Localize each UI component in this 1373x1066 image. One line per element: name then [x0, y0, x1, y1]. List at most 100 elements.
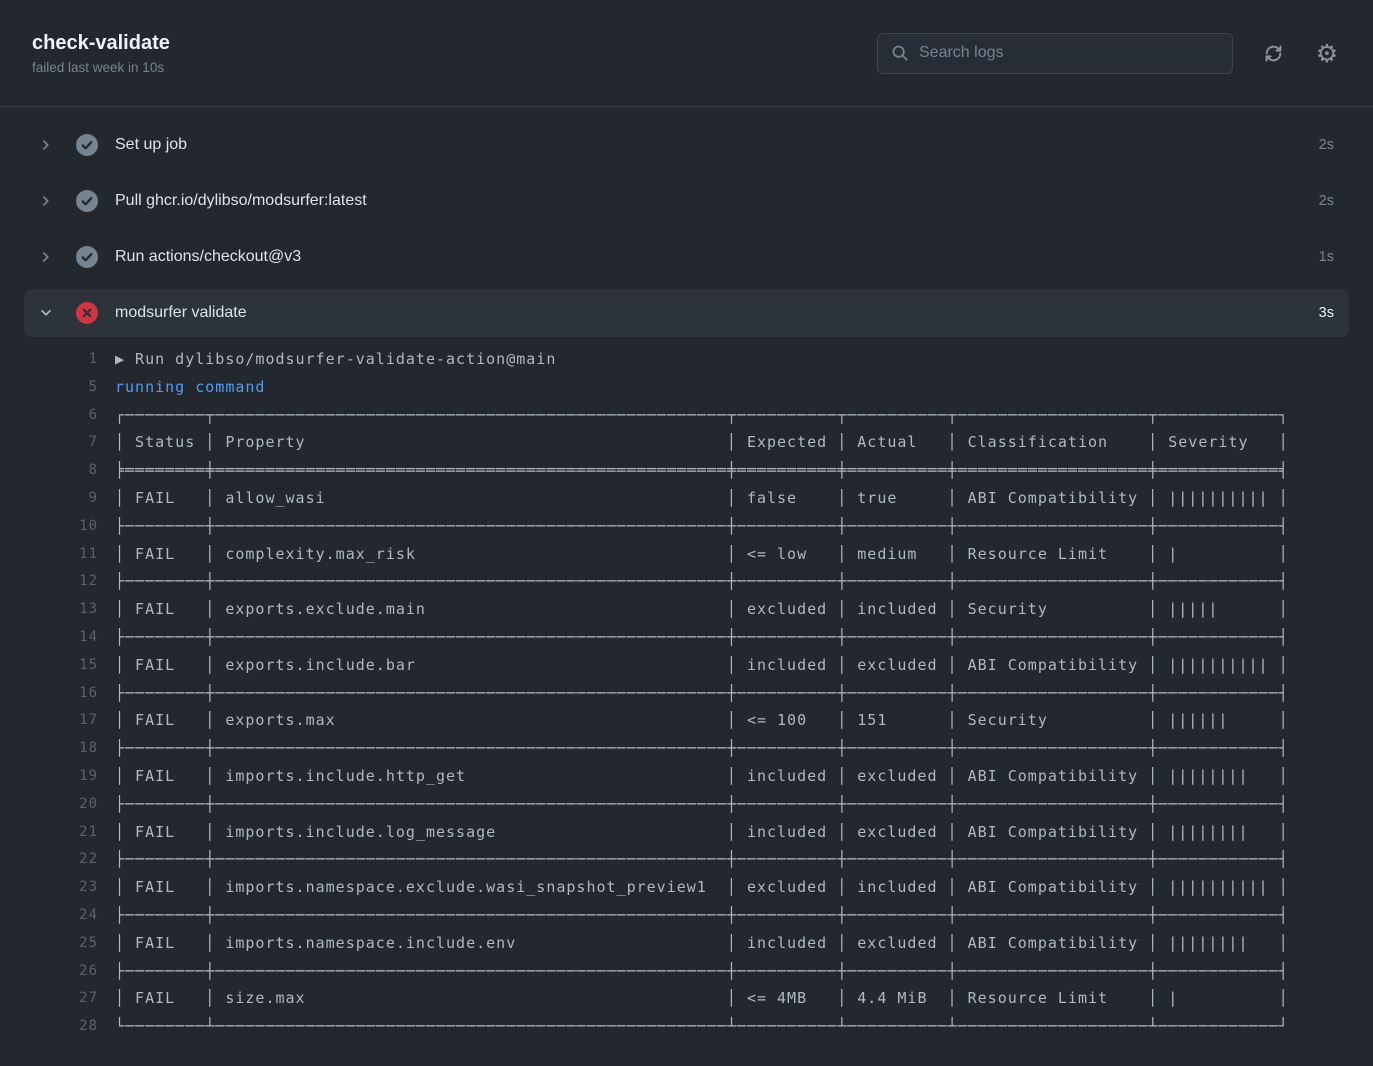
step-list: Set up job2sPull ghcr.io/dylibso/modsurf… — [0, 107, 1373, 337]
log-line: 21│ FAIL │ imports.include.log_message │… — [12, 819, 1373, 847]
line-number[interactable]: 11 — [12, 541, 98, 569]
search-input[interactable] — [919, 44, 1219, 62]
log-line: 7 │ Status │ Property │ Expected │ Actual… — [12, 429, 1373, 457]
step-duration: 1s — [1319, 249, 1334, 265]
success-icon — [76, 190, 98, 212]
chevron-right-icon[interactable] — [39, 249, 55, 265]
log-line: 8 ╞════════╪═════════════════════════════… — [12, 457, 1373, 485]
success-icon — [76, 246, 98, 268]
log-text: ├────────┼──────────────────────────────… — [115, 958, 1289, 986]
line-number[interactable]: 23 — [12, 874, 98, 902]
failed-icon — [76, 302, 98, 324]
log-text: ├────────┼──────────────────────────────… — [115, 846, 1289, 874]
gear-icon: ⚙ — [1316, 41, 1338, 66]
step-row[interactable]: Pull ghcr.io/dylibso/modsurfer:latest 2s — [24, 173, 1349, 229]
log-line: 22 ├────────┼────────────────────────────… — [12, 846, 1373, 874]
line-number[interactable]: 19 — [12, 763, 98, 791]
log-line: 10 ├────────┼────────────────────────────… — [12, 513, 1373, 541]
log-text: │ FAIL │ exports.include.bar │ included … — [115, 652, 1289, 680]
log-line: 28 └────────┴────────────────────────────… — [12, 1013, 1373, 1041]
job-status-subtitle: failed last week in 10s — [32, 60, 170, 75]
log-line: 15 │ FAIL │ exports.include.bar │ include… — [12, 652, 1373, 680]
log-text: ├────────┼──────────────────────────────… — [115, 680, 1289, 708]
search-icon — [891, 44, 909, 62]
step-row[interactable]: modsurfer validate 3s — [24, 289, 1349, 337]
line-number[interactable]: 10 — [12, 513, 98, 541]
line-number[interactable]: 15 — [12, 652, 98, 680]
step-duration: 2s — [1319, 193, 1334, 209]
log-text: │ FAIL │ imports.namespace.include.env │… — [115, 930, 1289, 958]
log-line: 18 ├────────┼────────────────────────────… — [12, 735, 1373, 763]
chevron-right-icon[interactable] — [39, 137, 55, 153]
line-number[interactable]: 5 — [12, 374, 98, 402]
step-label: modsurfer validate — [115, 304, 247, 322]
settings-button[interactable]: ⚙ — [1313, 39, 1341, 67]
line-number[interactable]: 26 — [12, 958, 98, 986]
log-text: │ Status │ Property │ Expected │ Actual … — [115, 429, 1289, 457]
line-number[interactable]: 17 — [12, 707, 98, 735]
line-number[interactable]: 13 — [12, 596, 98, 624]
step-duration: 3s — [1319, 305, 1334, 321]
log-line: 23 │ FAIL │ imports.namespace.exclude.was… — [12, 874, 1373, 902]
log-text: │ FAIL │ size.max │ <= 4MB │ 4.4 MiB │ R… — [115, 985, 1289, 1013]
line-number[interactable]: 12 — [12, 568, 98, 596]
success-icon — [76, 134, 98, 156]
log-line: 26 ├────────┼────────────────────────────… — [12, 958, 1373, 986]
refresh-icon — [1263, 43, 1284, 64]
log-text: │ FAIL │ imports.include.http_get │ incl… — [115, 763, 1289, 791]
page-title: check-validate — [32, 32, 170, 55]
step-label: Pull ghcr.io/dylibso/modsurfer:latest — [115, 192, 367, 210]
step-label: Set up job — [115, 136, 187, 154]
job-header: check-validate failed last week in 10s — [0, 0, 1373, 107]
log-text: └────────┴──────────────────────────────… — [115, 1013, 1289, 1041]
log-text: ├────────┼──────────────────────────────… — [115, 624, 1289, 652]
actions-log-viewer: check-validate failed last week in 10s — [0, 0, 1373, 1066]
log-text: │ FAIL │ exports.max │ <= 100 │ 151 │ Se… — [115, 707, 1289, 735]
log-line: 11 │ FAIL │ complexity.max_risk │ <= low … — [12, 541, 1373, 569]
log-text: │ FAIL │ complexity.max_risk │ <= low │ … — [115, 541, 1289, 569]
log-text: ╞════════╪══════════════════════════════… — [115, 457, 1289, 485]
log-line: 6┌────────┬─────────────────────────────… — [12, 402, 1373, 430]
line-number[interactable]: 18 — [12, 735, 98, 763]
step-row[interactable]: Set up job 2s — [24, 117, 1349, 173]
log-text: ├────────┼──────────────────────────────… — [115, 735, 1289, 763]
log-line: 24 ├────────┼────────────────────────────… — [12, 902, 1373, 930]
chevron-down-icon[interactable] — [39, 305, 55, 321]
line-number[interactable]: 8 — [12, 457, 98, 485]
line-number[interactable]: 9 — [12, 485, 98, 513]
log-line: 5 running command — [12, 374, 1373, 402]
refresh-button[interactable] — [1259, 39, 1287, 67]
step-duration: 2s — [1319, 137, 1334, 153]
log-text: │ FAIL │ allow_wasi │ false │ true │ ABI… — [115, 485, 1289, 513]
step-row[interactable]: Run actions/checkout@v3 1s — [24, 229, 1349, 285]
line-number[interactable]: 28 — [12, 1013, 98, 1041]
line-number[interactable]: 22 — [12, 846, 98, 874]
log-line: 1 ▶ Run dylibso/modsurfer-validate-action… — [12, 346, 1373, 374]
line-number[interactable]: 14 — [12, 624, 98, 652]
log-text: ├────────┼──────────────────────────────… — [115, 902, 1289, 930]
line-number[interactable]: 7 — [12, 429, 98, 457]
step-label: Run actions/checkout@v3 — [115, 248, 301, 266]
line-number[interactable]: 27 — [12, 985, 98, 1013]
line-number[interactable]: 25 — [12, 930, 98, 958]
log-line: 20 ├────────┼────────────────────────────… — [12, 791, 1373, 819]
line-number[interactable]: 20 — [12, 791, 98, 819]
log-text: │ FAIL │ imports.namespace.exclude.wasi_… — [115, 874, 1289, 902]
line-number[interactable]: 24 — [12, 902, 98, 930]
line-number[interactable]: 16 — [12, 680, 98, 708]
line-number[interactable]: 6 — [12, 402, 98, 430]
search-box[interactable] — [877, 33, 1233, 74]
log-text: ▶ Run dylibso/modsurfer-validate-action@… — [115, 346, 556, 374]
log-line: 17 │ FAIL │ exports.max │ <= 100 │ 151 │ … — [12, 707, 1373, 735]
line-number[interactable]: 1 — [12, 346, 98, 374]
log-output: 1 ▶ Run dylibso/modsurfer-validate-action… — [0, 337, 1373, 1061]
log-text: ├────────┼──────────────────────────────… — [115, 791, 1289, 819]
chevron-right-icon[interactable] — [39, 193, 55, 209]
log-text: ├────────┼──────────────────────────────… — [115, 513, 1289, 541]
log-line: 19 │ FAIL │ imports.include.http_get │ in… — [12, 763, 1373, 791]
log-text: running command — [115, 374, 265, 402]
log-text: │ FAIL │ exports.exclude.main │ excluded… — [115, 596, 1289, 624]
line-number[interactable]: 21 — [12, 819, 98, 847]
log-line: 27 │ FAIL │ size.max │ <= 4MB │ 4.4 MiB │… — [12, 985, 1373, 1013]
log-line: 9 │ FAIL │ allow_wasi │ false │ true │ AB… — [12, 485, 1373, 513]
